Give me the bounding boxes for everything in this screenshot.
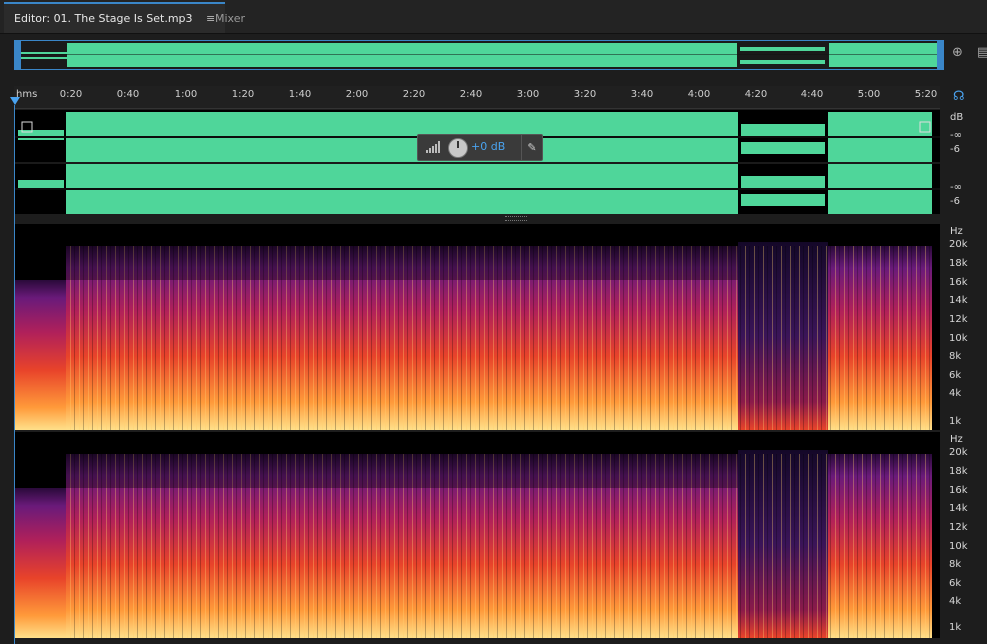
- db-label: -6: [950, 196, 960, 207]
- ruler-tick: 2:40: [459, 89, 483, 100]
- ruler-tick: 2:00: [345, 89, 369, 100]
- db-label: dB: [950, 112, 964, 123]
- ruler-tick: 0:20: [59, 89, 83, 100]
- hz-label: 16k: [949, 485, 968, 496]
- spectral-display-channel-2[interactable]: [14, 432, 940, 638]
- headphones-icon[interactable]: ☊: [953, 89, 965, 104]
- ruler-tick: 1:00: [174, 89, 198, 100]
- spectral-display-channel-1[interactable]: [14, 224, 940, 430]
- spectrogram-graphic-1: [14, 224, 940, 430]
- panel-icon[interactable]: ▤: [977, 45, 987, 60]
- hz-label: 12k: [949, 522, 968, 533]
- hz-unit: Hz: [950, 434, 963, 445]
- hz-label: 16k: [949, 277, 968, 288]
- tab-mixer[interactable]: Mixer: [205, 4, 255, 33]
- ruler-tick: 1:20: [231, 89, 255, 100]
- hz-label: 1k: [949, 416, 962, 427]
- db-label: -6: [950, 144, 960, 155]
- pin-icon[interactable]: ✎: [521, 135, 542, 160]
- spectrogram-graphic-2: [14, 432, 940, 638]
- hz-label: 8k: [949, 351, 962, 362]
- hz-label: 4k: [949, 388, 962, 399]
- tab-editor[interactable]: Editor: 01. The Stage Is Set.mp3 ≡: [4, 2, 226, 33]
- ruler-tick: 4:20: [744, 89, 768, 100]
- waveform-graphic: [14, 112, 940, 214]
- ruler-tick: 4:40: [800, 89, 824, 100]
- hz-unit: Hz: [950, 226, 963, 237]
- db-label: -∞: [950, 182, 962, 193]
- level-meter-icon: [426, 141, 440, 153]
- hz-label: 20k: [949, 447, 968, 458]
- overview-navigator[interactable]: [14, 40, 944, 70]
- ruler-tick: 3:20: [573, 89, 597, 100]
- hz-label: 10k: [949, 333, 968, 344]
- tab-mixer-label: Mixer: [215, 12, 246, 25]
- divider-grip[interactable]: [505, 216, 527, 221]
- time-ruler[interactable]: hms 0:20 0:40 1:00 1:20 1:40 2:00 2:20 2…: [14, 86, 940, 109]
- gain-value[interactable]: +0 dB: [471, 140, 505, 153]
- ruler-tick: 0:40: [116, 89, 140, 100]
- hz-label: 14k: [949, 295, 968, 306]
- frequency-scale-channel-2: Hz 20k 18k 16k 14k 12k 10k 8k 6k 4k 1k: [940, 432, 987, 638]
- ruler-tick: 2:20: [402, 89, 426, 100]
- hz-label: 18k: [949, 466, 968, 477]
- overview-waveform: [15, 43, 943, 67]
- overview-left-handle[interactable]: [15, 41, 21, 69]
- playhead-handle[interactable]: [10, 97, 20, 105]
- waveform-display[interactable]: [14, 110, 940, 214]
- tab-editor-label: Editor: 01. The Stage Is Set.mp3: [14, 12, 193, 25]
- ruler-tick: 5:00: [857, 89, 881, 100]
- ruler-tick: 3:40: [630, 89, 654, 100]
- hz-label: 10k: [949, 541, 968, 552]
- hz-label: 4k: [949, 596, 962, 607]
- volume-knob-icon[interactable]: [448, 138, 468, 158]
- hz-label: 12k: [949, 314, 968, 325]
- hz-label: 18k: [949, 258, 968, 269]
- ruler-tick: 4:00: [687, 89, 711, 100]
- hz-label: 20k: [949, 239, 968, 250]
- db-label: -∞: [950, 130, 962, 141]
- ruler-tick: 3:00: [516, 89, 540, 100]
- hz-label: 14k: [949, 503, 968, 514]
- tab-bar: Editor: 01. The Stage Is Set.mp3 ≡ Mixer: [0, 0, 987, 34]
- gain-hud[interactable]: +0 dB ✎: [417, 134, 543, 161]
- panel-divider[interactable]: [14, 214, 940, 224]
- overview-right-handle[interactable]: [937, 41, 943, 69]
- ruler-tick: 1:40: [288, 89, 312, 100]
- hz-label: 6k: [949, 370, 962, 381]
- hz-label: 8k: [949, 559, 962, 570]
- db-scale: dB -∞ -6 -∞ -6: [940, 110, 987, 214]
- hz-label: 1k: [949, 622, 962, 633]
- zoom-icon[interactable]: ⊕: [952, 45, 963, 60]
- frequency-scale-channel-1: Hz 20k 18k 16k 14k 12k 10k 8k 6k 4k 1k: [940, 224, 987, 430]
- playhead-line: [14, 105, 15, 644]
- ruler-tick: 5:20: [914, 89, 938, 100]
- hz-label: 6k: [949, 578, 962, 589]
